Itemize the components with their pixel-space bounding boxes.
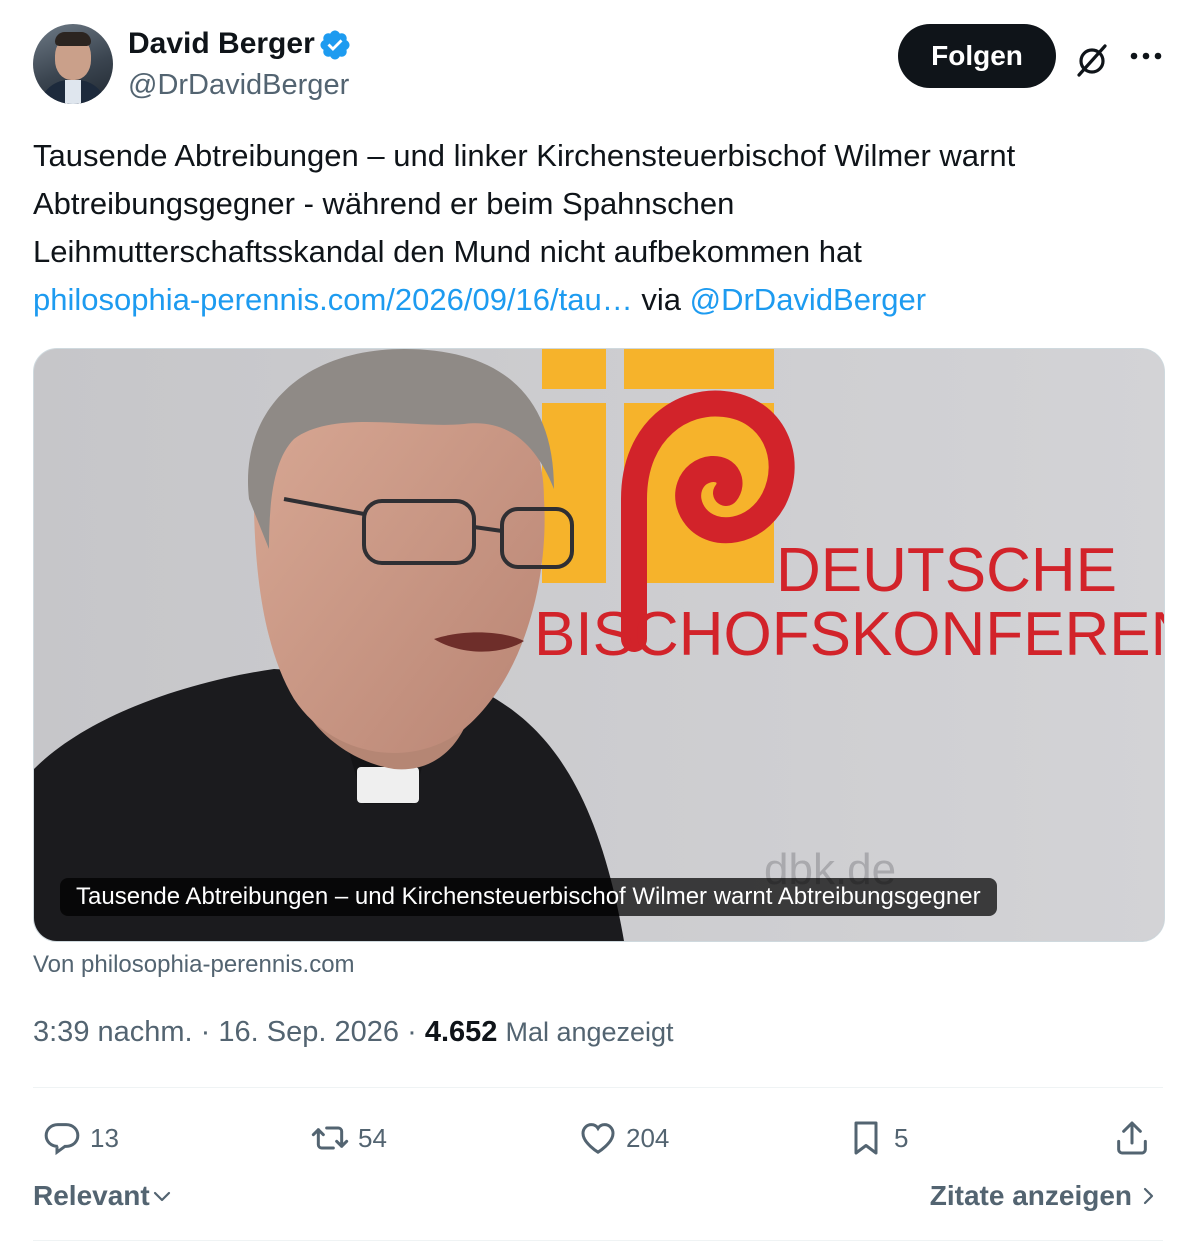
card-source[interactable]: Von philosophia-perennis.com <box>33 951 355 979</box>
clerical-collar <box>357 767 419 803</box>
tweet-text: Tausende Abtreibungen – und linker Kirch… <box>33 132 1173 324</box>
author-name[interactable]: David Berger <box>128 26 315 62</box>
more-icon[interactable] <box>1126 40 1166 72</box>
quotes-label: Zitate anzeigen <box>929 1180 1132 1211</box>
card-caption: Tausende Abtreibungen – und Kirchensteue… <box>60 878 997 916</box>
link-card[interactable]: DEUTSCHE BISCHOFSKONFERENZ dbk.de Tausen… <box>33 348 1165 942</box>
verified-badge-icon <box>320 30 350 60</box>
bookmark-count: 5 <box>894 1122 909 1153</box>
tweet-time[interactable]: 3:39 nachm. <box>33 1016 193 1048</box>
view-label: Mal angezeigt <box>505 1017 674 1047</box>
sort-relevant-dropdown[interactable]: Relevant <box>33 1180 174 1212</box>
logo-text-1: DEUTSCHE <box>776 536 1117 605</box>
view-count: 4.652 <box>424 1016 498 1048</box>
tweet-line-1: Tausende Abtreibungen – und linker Kirch… <box>33 138 1016 173</box>
reply-button[interactable]: 13 <box>42 1114 119 1162</box>
tweet-via: via <box>641 282 681 317</box>
card-image: DEUTSCHE BISCHOFSKONFERENZ dbk.de <box>34 349 1164 941</box>
heart-icon <box>581 1123 615 1154</box>
tweet-line-3: Leihmutterschaftsskandal den Mund nicht … <box>33 234 862 269</box>
show-quotes-link[interactable]: Zitate anzeigen <box>930 1180 1160 1212</box>
logo-square <box>542 403 606 583</box>
divider <box>33 1240 1163 1241</box>
like-count: 204 <box>626 1122 670 1153</box>
share-button[interactable] <box>1112 1114 1160 1162</box>
meta-separator: · <box>407 1016 417 1048</box>
reply-count: 13 <box>90 1122 119 1153</box>
sort-label: Relevant <box>33 1180 150 1211</box>
tweet-line-2: Abtreibungsgegner - während er beim Spah… <box>33 186 735 221</box>
retweet-button[interactable]: 54 <box>310 1114 387 1162</box>
tweet-date[interactable]: 16. Sep. 2026 <box>218 1016 399 1048</box>
chevron-down-icon <box>153 1191 170 1202</box>
logo-square <box>624 349 774 389</box>
bookmark-button[interactable]: 5 <box>846 1114 908 1162</box>
logo-square <box>542 349 606 389</box>
grok-icon[interactable] <box>1072 40 1112 80</box>
bookmark-icon <box>854 1121 878 1155</box>
chevron-right-icon <box>1143 1187 1154 1205</box>
share-icon <box>1117 1121 1147 1155</box>
tweet-meta: 3:39 nachm. · 16. Sep. 2026 · 4.652 Mal … <box>33 1016 674 1049</box>
logo-text-2: BISCHOFSKONFERENZ <box>534 600 1164 669</box>
follow-button[interactable]: Folgen <box>898 24 1056 88</box>
divider <box>33 1087 1163 1088</box>
like-button[interactable]: 204 <box>578 1114 669 1162</box>
retweet-count: 54 <box>358 1122 387 1153</box>
tweet-mention[interactable]: @DrDavidBerger <box>690 282 926 317</box>
author-avatar[interactable] <box>33 24 113 104</box>
tweet-link[interactable]: philosophia-perennis.com/2026/09/16/tau… <box>33 282 633 317</box>
retweet-icon <box>311 1126 349 1150</box>
reply-icon <box>44 1123 80 1156</box>
meta-separator: · <box>200 1016 211 1048</box>
author-handle[interactable]: @DrDavidBerger <box>128 67 349 103</box>
